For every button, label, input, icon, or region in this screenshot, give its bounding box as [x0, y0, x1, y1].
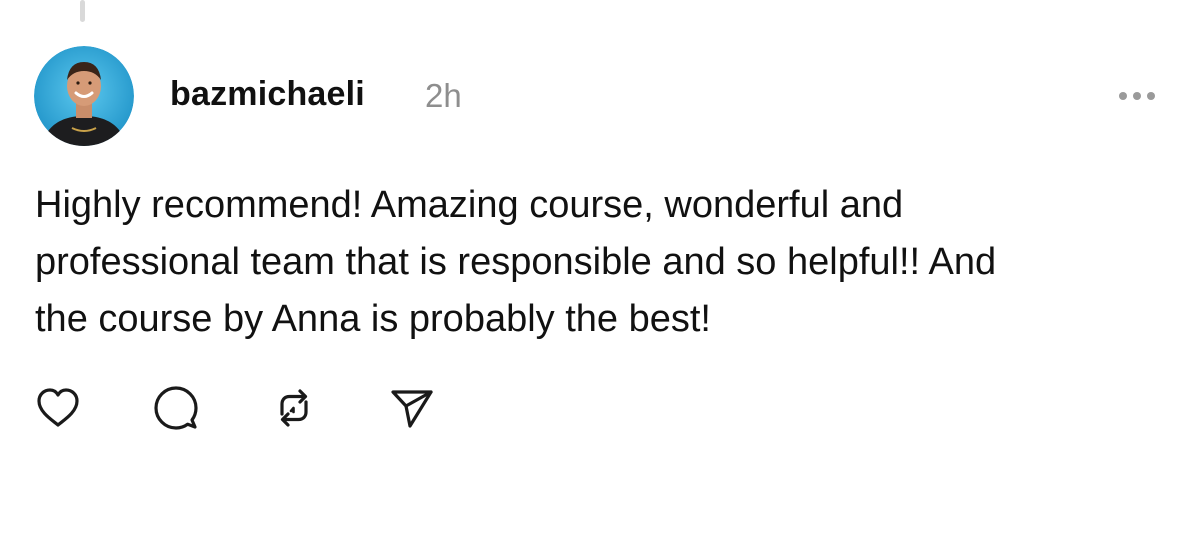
avatar-image — [34, 46, 134, 146]
post-body: Highly recommend! Amazing course, wonder… — [35, 177, 1175, 348]
post-timestamp: 2h — [425, 77, 462, 114]
comment-bubble-icon — [154, 386, 198, 430]
post-text-line: Highly recommend! Amazing course, wonder… — [35, 184, 904, 226]
username[interactable]: bazmichaeli — [170, 75, 365, 114]
post-text-line: professional team that is responsible an… — [35, 241, 997, 283]
share-button[interactable] — [388, 384, 436, 432]
post-text-line: the course by Anna is probably the best! — [35, 298, 711, 340]
reply-button[interactable] — [152, 384, 200, 432]
more-horizontal-icon[interactable] — [1114, 84, 1160, 108]
thread-connector-line — [80, 0, 85, 22]
like-button[interactable] — [34, 384, 82, 432]
repost-arrows-icon — [280, 389, 308, 427]
send-paper-plane-icon — [391, 390, 433, 428]
avatar[interactable] — [34, 46, 134, 146]
heart-icon — [37, 388, 79, 427]
repost-button[interactable] — [270, 384, 318, 432]
